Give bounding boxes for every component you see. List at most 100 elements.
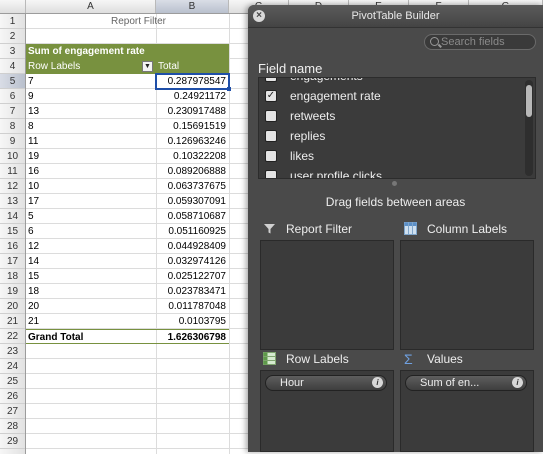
row-header[interactable]: 29: [0, 434, 25, 449]
row-labels-drop-area[interactable]: Hour i: [260, 370, 394, 452]
pivot-row-value[interactable]: 0.023783471: [156, 284, 229, 299]
field-checkbox-replies[interactable]: [265, 130, 277, 142]
row-header[interactable]: 17: [0, 254, 25, 269]
pivot-row-label[interactable]: 16: [26, 164, 156, 179]
pivot-row-value[interactable]: 0.051160925: [156, 224, 229, 239]
grand-total-label[interactable]: Grand Total: [26, 329, 156, 344]
column-header-b[interactable]: B: [156, 0, 229, 13]
field-checkbox-engagements[interactable]: [265, 78, 277, 82]
row-header[interactable]: 4: [0, 59, 25, 74]
row-header[interactable]: 24: [0, 359, 25, 374]
values-field-pill-sum-engagement-rate[interactable]: Sum of en... i: [405, 375, 527, 391]
field-item-replies[interactable]: replies: [259, 126, 521, 146]
pivot-row-label[interactable]: 17: [26, 194, 156, 209]
pivot-row-label[interactable]: 9: [26, 89, 156, 104]
row-labels-field-pill-hour[interactable]: Hour i: [265, 375, 387, 391]
pivot-row-label[interactable]: 21: [26, 314, 156, 329]
row-header[interactable]: 27: [0, 404, 25, 419]
search-input[interactable]: [441, 35, 533, 49]
pivot-value-header[interactable]: Sum of engagement rate: [26, 44, 156, 59]
grand-total-value[interactable]: 1.626306798: [156, 329, 229, 344]
values-drop-area[interactable]: Sum of en... i: [400, 370, 534, 452]
row-header[interactable]: 8: [0, 119, 25, 134]
field-checkbox-retweets[interactable]: [265, 110, 277, 122]
pivot-row-value[interactable]: 0.089206888: [156, 164, 229, 179]
row-header[interactable]: 11: [0, 164, 25, 179]
pivot-row-value[interactable]: 0.24921172: [156, 89, 229, 104]
field-checkbox-likes[interactable]: [265, 150, 277, 162]
pivot-row-label[interactable]: 11: [26, 134, 156, 149]
row-header[interactable]: 20: [0, 299, 25, 314]
row-header[interactable]: 7: [0, 104, 25, 119]
pivot-row-label[interactable]: 8: [26, 119, 156, 134]
row-header[interactable]: 19: [0, 284, 25, 299]
report-filter-drop-area[interactable]: [260, 240, 394, 350]
pivot-row-value[interactable]: 0.058710687: [156, 209, 229, 224]
row-header[interactable]: 6: [0, 89, 25, 104]
pivot-row-label[interactable]: 13: [26, 104, 156, 119]
row-header[interactable]: 15: [0, 224, 25, 239]
row-labels-filter-dropdown-icon[interactable]: ▼: [142, 61, 153, 72]
pivot-row-labels-header[interactable]: Row Labels: [26, 59, 156, 74]
row-header[interactable]: 3: [0, 44, 25, 59]
pivot-row-value[interactable]: 0.0103795: [156, 314, 229, 329]
scrollbar-thumb[interactable]: [526, 85, 532, 117]
pivot-row-label[interactable]: 19: [26, 149, 156, 164]
row-header[interactable]: 23: [0, 344, 25, 359]
pivot-row-label[interactable]: 20: [26, 299, 156, 314]
row-header[interactable]: 26: [0, 389, 25, 404]
field-item-engagement-rate[interactable]: ✓ engagement rate: [259, 86, 521, 106]
pivot-row-label[interactable]: 15: [26, 269, 156, 284]
field-item-likes[interactable]: likes: [259, 146, 521, 166]
pivot-row-value[interactable]: 0.063737675: [156, 179, 229, 194]
fill-handle[interactable]: [227, 87, 231, 91]
select-all-corner[interactable]: [0, 0, 26, 13]
row-header[interactable]: 18: [0, 269, 25, 284]
pivot-row-label[interactable]: 18: [26, 284, 156, 299]
column-labels-drop-area[interactable]: [400, 240, 534, 350]
field-checkbox-user-profile-clicks[interactable]: [265, 170, 277, 178]
field-item-engagements[interactable]: engagements: [259, 78, 521, 86]
close-icon[interactable]: ×: [253, 10, 265, 22]
field-list-scrollbar[interactable]: [525, 80, 533, 176]
pivot-row-value[interactable]: 0.10322208: [156, 149, 229, 164]
pivot-row-label[interactable]: 6: [26, 224, 156, 239]
pivot-row-value[interactable]: 0.059307091: [156, 194, 229, 209]
pivot-row-label[interactable]: 10: [26, 179, 156, 194]
search-field[interactable]: [424, 34, 536, 50]
pivot-total-header[interactable]: Total: [156, 59, 229, 74]
pivot-row-label[interactable]: 5: [26, 209, 156, 224]
field-list[interactable]: engagements ✓ engagement rate retweets r…: [258, 77, 536, 179]
row-header[interactable]: 25: [0, 374, 25, 389]
field-checkbox-engagement-rate[interactable]: ✓: [265, 90, 277, 102]
row-header[interactable]: 28: [0, 419, 25, 434]
info-icon[interactable]: i: [512, 377, 523, 388]
pivot-row-label[interactable]: 12: [26, 239, 156, 254]
row-header[interactable]: 21: [0, 314, 25, 329]
pivot-row-value[interactable]: 0.025122707: [156, 269, 229, 284]
row-header[interactable]: 5: [0, 74, 25, 89]
row-header[interactable]: 9: [0, 134, 25, 149]
row-header[interactable]: 13: [0, 194, 25, 209]
row-header[interactable]: 22: [0, 329, 25, 344]
field-item-retweets[interactable]: retweets: [259, 106, 521, 126]
drag-hint-text: Drag fields between areas: [325, 195, 466, 209]
pivot-row-value[interactable]: 0.230917488: [156, 104, 229, 119]
pivot-row-value[interactable]: 0.011787048: [156, 299, 229, 314]
field-item-user-profile-clicks[interactable]: user profile clicks: [259, 166, 521, 178]
pivot-row-value[interactable]: 0.032974126: [156, 254, 229, 269]
pivot-row-label[interactable]: 14: [26, 254, 156, 269]
info-icon[interactable]: i: [372, 377, 383, 388]
row-header[interactable]: 2: [0, 29, 25, 44]
row-header[interactable]: 1: [0, 14, 25, 29]
pivot-row-value[interactable]: 0.044928409: [156, 239, 229, 254]
column-header-a[interactable]: A: [26, 0, 156, 13]
splitter-handle[interactable]: [392, 181, 397, 186]
row-header[interactable]: 16: [0, 239, 25, 254]
row-header[interactable]: 10: [0, 149, 25, 164]
pivot-row-label[interactable]: 7: [26, 74, 156, 89]
row-header[interactable]: 14: [0, 209, 25, 224]
pivot-row-value[interactable]: 0.126963246: [156, 134, 229, 149]
pivot-row-value[interactable]: 0.15691519: [156, 119, 229, 134]
row-header[interactable]: 12: [0, 179, 25, 194]
